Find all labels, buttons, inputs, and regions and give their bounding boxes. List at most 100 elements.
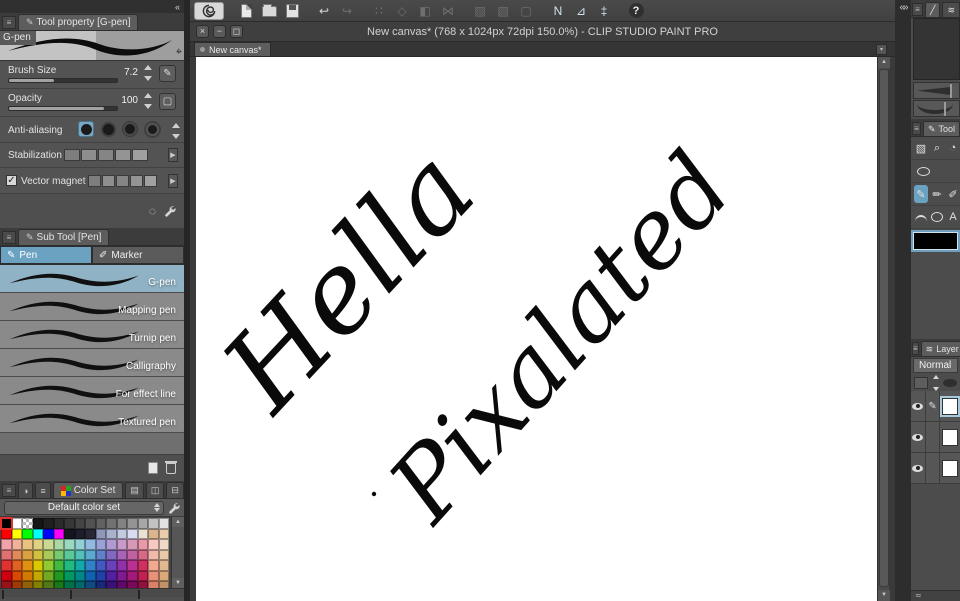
lasso-tool-button[interactable] bbox=[914, 162, 933, 180]
layer-visibility-cell[interactable] bbox=[911, 453, 926, 483]
snap-to-special-ruler-button[interactable]: ⊿ bbox=[571, 2, 591, 20]
minimize-window-button[interactable]: − bbox=[213, 25, 226, 38]
color-swatch[interactable] bbox=[116, 539, 127, 550]
color-swatch[interactable] bbox=[43, 528, 54, 539]
slider-handle[interactable] bbox=[944, 102, 946, 116]
drawing-canvas[interactable]: Hella Pixalated bbox=[196, 57, 877, 601]
color-swatch[interactable] bbox=[43, 549, 54, 560]
color-swatch[interactable] bbox=[22, 539, 33, 550]
scroll-up-icon[interactable]: ▲ bbox=[172, 517, 184, 527]
color-swatch[interactable] bbox=[137, 570, 148, 581]
color-swatch[interactable] bbox=[1, 539, 12, 550]
color-swatch[interactable] bbox=[1, 581, 12, 588]
color-swatch[interactable] bbox=[85, 549, 96, 560]
layer-row[interactable] bbox=[911, 422, 960, 453]
transform-button[interactable]: ⋈ bbox=[438, 2, 458, 20]
color-swatch[interactable] bbox=[85, 518, 96, 529]
help-button[interactable]: ? bbox=[626, 2, 646, 20]
tab-intermediate-color[interactable]: ◫ bbox=[145, 482, 165, 498]
text-tool-button[interactable]: A bbox=[946, 208, 960, 226]
color-swatch[interactable] bbox=[53, 549, 64, 560]
size-pressure-slider[interactable] bbox=[913, 82, 960, 99]
color-swatch[interactable] bbox=[137, 549, 148, 560]
color-swatch[interactable] bbox=[64, 518, 75, 529]
color-swatch[interactable] bbox=[106, 528, 117, 539]
opacity-slider[interactable] bbox=[8, 106, 118, 111]
opacity-value-box[interactable] bbox=[914, 376, 928, 389]
color-swatch[interactable] bbox=[85, 560, 96, 571]
color-swatch[interactable] bbox=[137, 528, 148, 539]
color-swatch[interactable] bbox=[116, 518, 127, 529]
anti-aliasing-stepper[interactable] bbox=[171, 123, 180, 139]
color-set-dropdown[interactable]: Default color set bbox=[4, 500, 164, 515]
color-swatch[interactable] bbox=[74, 549, 85, 560]
color-swatch[interactable] bbox=[95, 528, 106, 539]
color-swatch[interactable] bbox=[106, 570, 117, 581]
tab-list-button[interactable]: ▾ bbox=[876, 44, 887, 55]
color-swatch[interactable] bbox=[32, 539, 43, 550]
sub-tool-item[interactable]: Calligraphy bbox=[0, 349, 184, 377]
vector-magnet-expand-arrow[interactable]: ▶ bbox=[168, 174, 178, 188]
canvas-vertical-scrollbar[interactable]: ▲ ▼ bbox=[877, 57, 890, 601]
stabilization-seg-3[interactable] bbox=[98, 149, 114, 161]
color-swatch[interactable] bbox=[1, 560, 12, 571]
fill-button[interactable]: ◧ bbox=[415, 2, 435, 20]
color-swatch[interactable] bbox=[43, 570, 54, 581]
vector-magnet-checkbox[interactable]: ✓ bbox=[6, 175, 17, 186]
layer-thumbnail[interactable] bbox=[942, 459, 959, 477]
anti-aliasing-none-button[interactable] bbox=[78, 121, 94, 137]
color-swatch[interactable] bbox=[32, 570, 43, 581]
color-swatch[interactable] bbox=[11, 570, 22, 581]
brush-size-dynamics-button[interactable]: ✎ bbox=[159, 65, 176, 82]
layer-thumbnail[interactable] bbox=[942, 428, 959, 446]
delete-subtool-icon[interactable] bbox=[165, 460, 177, 474]
color-swatch[interactable] bbox=[53, 518, 64, 529]
select-from-layer-button-1[interactable]: ▨ bbox=[470, 2, 490, 20]
foreground-color-swatch[interactable] bbox=[911, 230, 960, 252]
layer-thumbnail[interactable] bbox=[940, 395, 960, 417]
stabilization-expand-arrow[interactable]: ▶ bbox=[168, 148, 178, 162]
color-swatch[interactable] bbox=[53, 581, 64, 588]
color-swatch[interactable] bbox=[158, 570, 169, 581]
color-swatch[interactable] bbox=[32, 549, 43, 560]
color-swatch[interactable] bbox=[95, 539, 106, 550]
undo-button[interactable]: ↩ bbox=[314, 2, 334, 20]
reset-settings-icon[interactable]: ◌ bbox=[149, 204, 156, 218]
vector-magnet-seg-2[interactable] bbox=[102, 175, 115, 187]
tab-brush-shape[interactable]: ╱ bbox=[925, 2, 941, 17]
color-swatch[interactable] bbox=[158, 581, 169, 588]
tab-sub-tool[interactable]: ✎ Sub Tool [Pen] bbox=[18, 229, 110, 245]
color-swatch[interactable] bbox=[127, 528, 138, 539]
color-swatch[interactable] bbox=[158, 518, 169, 529]
tab-color-set[interactable]: Color Set bbox=[52, 482, 124, 498]
scrollbar-thumb[interactable] bbox=[879, 69, 889, 587]
color-swatch[interactable] bbox=[74, 570, 85, 581]
color-swatch[interactable] bbox=[127, 549, 138, 560]
layer-visibility-cell[interactable] bbox=[911, 422, 926, 452]
color-swatch[interactable] bbox=[32, 518, 43, 529]
color-swatch[interactable] bbox=[158, 528, 169, 539]
color-swatch[interactable] bbox=[148, 570, 159, 581]
slider-handle[interactable] bbox=[950, 84, 952, 98]
curve-pressure-slider[interactable] bbox=[913, 100, 960, 117]
anti-aliasing-weak-button[interactable] bbox=[100, 121, 116, 137]
color-swatch[interactable] bbox=[137, 539, 148, 550]
opacity-stepper[interactable] bbox=[143, 93, 152, 109]
tab-color-slider[interactable]: ≡ bbox=[35, 482, 51, 498]
anti-aliasing-medium-button[interactable] bbox=[122, 121, 138, 137]
brush-size-slider[interactable] bbox=[8, 78, 118, 83]
color-swatch[interactable] bbox=[158, 560, 169, 571]
clip-studio-button[interactable] bbox=[194, 1, 224, 20]
brush-tool-button[interactable]: ✐ bbox=[946, 185, 960, 203]
sub-tool-item[interactable]: G-pen bbox=[0, 265, 184, 293]
color-swatch[interactable] bbox=[32, 528, 43, 539]
sub-tool-item[interactable]: For effect line bbox=[0, 377, 184, 405]
brush-size-stepper[interactable] bbox=[143, 65, 152, 81]
stabilization-seg-5[interactable] bbox=[132, 149, 148, 161]
color-swatch[interactable] bbox=[74, 560, 85, 571]
color-swatch[interactable] bbox=[74, 581, 85, 588]
sub-tool-item[interactable]: Textured pen bbox=[0, 405, 184, 433]
vector-magnet-seg-5[interactable] bbox=[144, 175, 157, 187]
wrench-icon[interactable] bbox=[168, 502, 180, 514]
panel-menu-icon[interactable]: ≡ bbox=[912, 3, 924, 16]
